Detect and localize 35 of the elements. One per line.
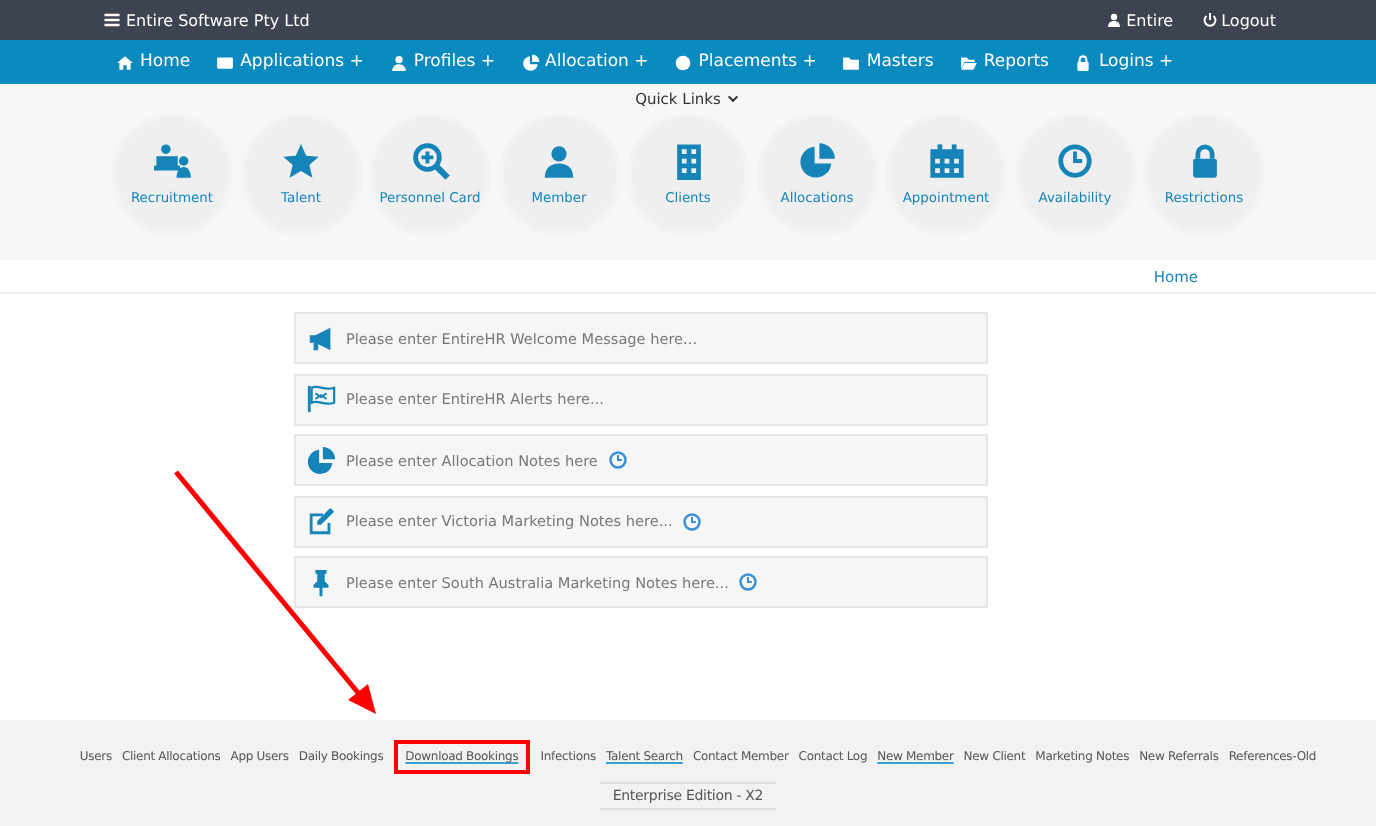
clock-icon (682, 511, 703, 531)
chevron-down-icon (726, 92, 741, 106)
nav-menu-item[interactable]: Masters (842, 52, 934, 72)
people-desk-icon (153, 142, 191, 180)
power-icon (1201, 12, 1218, 28)
clock-icon (738, 572, 759, 592)
folder-icon (842, 53, 861, 71)
lock-icon (1074, 53, 1093, 71)
edit-icon (306, 506, 336, 536)
nav-menu-item[interactable]: Allocation + (521, 52, 649, 72)
nav-menu-item[interactable]: Logins + (1074, 52, 1174, 72)
company-name: Entire Software Pty Ltd (126, 11, 310, 29)
nav-menu-item[interactable]: Profiles + (389, 52, 496, 72)
star-icon (282, 142, 320, 180)
nav-menu-item[interactable]: Applications + (216, 52, 364, 72)
user-icon (540, 142, 578, 180)
pie-chart-icon (306, 445, 336, 475)
clock-icon (607, 450, 628, 470)
megaphone-icon (306, 323, 336, 353)
user-icon (1106, 12, 1123, 28)
logout-link[interactable]: Logout (1201, 11, 1276, 29)
home-icon (116, 53, 134, 71)
clock-icon (1056, 142, 1094, 180)
calendar-icon (927, 142, 965, 180)
pie-chart-icon (798, 142, 836, 180)
zoom-in-icon (411, 142, 449, 180)
pie-chart-icon (521, 53, 540, 71)
nav-menu-item[interactable]: Home (116, 52, 191, 72)
flag-icon (306, 384, 336, 414)
nav-menu-item[interactable]: Reports (959, 52, 1049, 72)
nav-menu-item[interactable]: Placements + (674, 52, 817, 72)
menu-icon (102, 10, 122, 30)
user-link[interactable]: Entire (1106, 11, 1174, 29)
folder-icon (959, 53, 978, 71)
user-icon (389, 53, 408, 71)
